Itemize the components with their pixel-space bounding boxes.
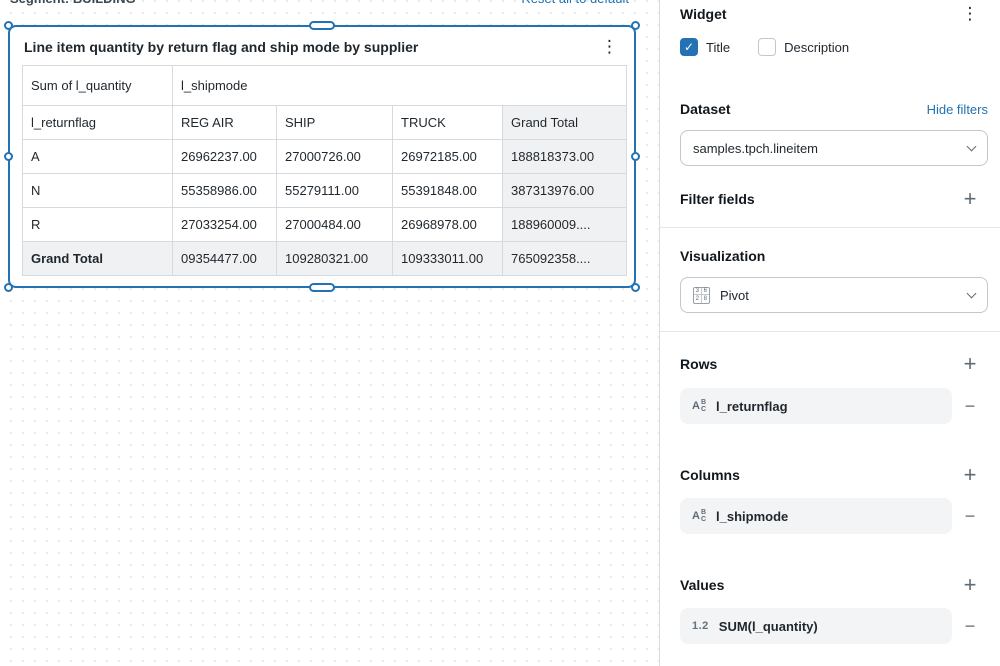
pivot-column-header-grand-total: Grand Total xyxy=(502,105,627,140)
remove-value-field-button[interactable]: − xyxy=(952,617,988,635)
widget-kebab-menu-icon[interactable]: ⋮ xyxy=(597,38,622,55)
description-checkbox[interactable] xyxy=(758,38,777,56)
pivot-widget-card[interactable]: Line item quantity by return flag and sh… xyxy=(4,21,640,292)
table-row: R 27033254.00 27000484.00 26968978.00 18… xyxy=(22,207,627,242)
rows-field-pill[interactable]: A BC l_returnflag xyxy=(680,388,952,424)
numeric-type-icon: 1.2 xyxy=(692,620,709,632)
pivot-column-header: TRUCK xyxy=(392,105,503,140)
pivot-column-header: REG AIR xyxy=(172,105,277,140)
cell-value: 26972185.00 xyxy=(392,139,503,174)
cell-value: 55391848.00 xyxy=(392,173,503,208)
dataset-selected-value: samples.tpch.lineitem xyxy=(693,140,818,156)
pivot-header-row-2: l_returnflag REG AIR SHIP TRUCK Grand To… xyxy=(22,105,627,140)
cell-value: 26968978.00 xyxy=(392,207,503,242)
title-checkbox-row[interactable]: ✓ Title xyxy=(680,38,730,56)
cell-value: 27033254.00 xyxy=(172,207,277,242)
section-divider xyxy=(660,331,1000,332)
visualization-select[interactable]: 3628 Pivot xyxy=(680,277,988,313)
dataset-section-label: Dataset xyxy=(680,101,731,117)
dashboard-canvas[interactable]: Segment: BUILDING Reset all to default L… xyxy=(0,0,660,666)
resize-handle-bottom[interactable] xyxy=(309,283,335,292)
check-icon: ✓ xyxy=(683,40,695,54)
rows-field-name: l_returnflag xyxy=(716,398,788,414)
add-column-field-button[interactable]: + xyxy=(952,464,988,486)
resize-handle-bottom-left[interactable] xyxy=(4,283,13,292)
pivot-measure-label: Sum of l_quantity xyxy=(22,65,173,106)
title-checkbox-label: Title xyxy=(706,39,731,55)
resize-handle-top[interactable] xyxy=(309,21,335,30)
cell-grand-total: 387313976.00 xyxy=(502,173,627,208)
cell-grand-total: 188960009.... xyxy=(502,207,627,242)
pivot-row-dimension-label: l_returnflag xyxy=(22,105,173,140)
cell-value: 27000726.00 xyxy=(276,139,393,174)
panel-title: Widget xyxy=(680,6,727,22)
chevron-down-icon xyxy=(966,141,977,152)
pivot-column-group-label: l_shipmode xyxy=(172,65,627,106)
table-row-grand-total: Grand Total 09354477.00 109280321.00 109… xyxy=(22,241,627,276)
resize-handle-top-right[interactable] xyxy=(631,21,640,30)
resize-handle-bottom-right[interactable] xyxy=(631,283,640,292)
remove-row-field-button[interactable]: − xyxy=(952,397,988,415)
resize-handle-right[interactable] xyxy=(631,151,640,161)
cell-value: 27000484.00 xyxy=(276,207,393,242)
cell-grand-total: 188818373.00 xyxy=(502,139,627,174)
dataset-select[interactable]: samples.tpch.lineitem xyxy=(680,130,988,166)
rows-section-label: Rows xyxy=(680,356,718,372)
visualization-label: Visualization xyxy=(680,248,766,264)
cell-value: 26962237.00 xyxy=(172,139,277,174)
add-filter-field-button[interactable]: + xyxy=(952,188,988,210)
description-checkbox-row[interactable]: Description xyxy=(758,38,849,56)
pivot-table: Sum of l_quantity l_shipmode l_returnfla… xyxy=(22,65,627,276)
hide-filters-link[interactable]: Hide filters xyxy=(927,102,988,117)
columns-field-pill[interactable]: A BC l_shipmode xyxy=(680,498,952,534)
row-label: N xyxy=(22,173,173,208)
panel-kebab-menu-icon[interactable]: ⋮ xyxy=(952,5,988,22)
values-field-pill[interactable]: 1.2 SUM(l_quantity) xyxy=(680,608,952,644)
row-label: Grand Total xyxy=(22,241,173,276)
row-label: R xyxy=(22,207,173,242)
columns-section-label: Columns xyxy=(680,467,740,483)
string-type-icon: A BC xyxy=(692,399,707,413)
resize-handle-left[interactable] xyxy=(4,151,13,161)
reset-all-link[interactable]: Reset all to default xyxy=(521,0,629,6)
cell-value: 55279111.00 xyxy=(276,173,393,208)
section-divider xyxy=(660,227,1000,228)
values-field-name: SUM(l_quantity) xyxy=(718,618,818,634)
columns-field-name: l_shipmode xyxy=(716,508,789,524)
widget-config-panel: Widget ⋮ ✓ Title Description Dataset Hid… xyxy=(660,0,1000,666)
table-row: N 55358986.00 55279111.00 55391848.00 38… xyxy=(22,173,627,208)
resize-handle-top-left[interactable] xyxy=(4,21,13,30)
cell-grand-total: 765092358.... xyxy=(502,241,627,276)
add-row-field-button[interactable]: + xyxy=(952,353,988,375)
filter-fields-label: Filter fields xyxy=(680,191,755,207)
chevron-down-icon xyxy=(966,288,977,299)
pivot-icon: 3628 xyxy=(693,286,710,304)
row-label: A xyxy=(22,139,173,174)
string-type-icon: A BC xyxy=(692,509,707,523)
segment-filter-chip[interactable]: Segment: BUILDING xyxy=(10,0,136,6)
cell-value: 09354477.00 xyxy=(172,241,277,276)
widget-title: Line item quantity by return flag and sh… xyxy=(24,39,419,55)
description-checkbox-label: Description xyxy=(784,39,850,55)
cell-value: 109280321.00 xyxy=(276,241,393,276)
remove-column-field-button[interactable]: − xyxy=(952,507,988,525)
title-checkbox[interactable]: ✓ xyxy=(680,38,698,56)
values-section-label: Values xyxy=(680,577,725,593)
cell-value: 55358986.00 xyxy=(172,173,277,208)
pivot-header-row-1: Sum of l_quantity l_shipmode xyxy=(22,65,627,106)
add-value-field-button[interactable]: + xyxy=(952,574,988,596)
table-row: A 26962237.00 27000726.00 26972185.00 18… xyxy=(22,139,627,174)
visualization-selected-value: Pivot xyxy=(720,287,749,303)
cell-value: 109333011.00 xyxy=(392,241,503,276)
pivot-column-header: SHIP xyxy=(276,105,393,140)
